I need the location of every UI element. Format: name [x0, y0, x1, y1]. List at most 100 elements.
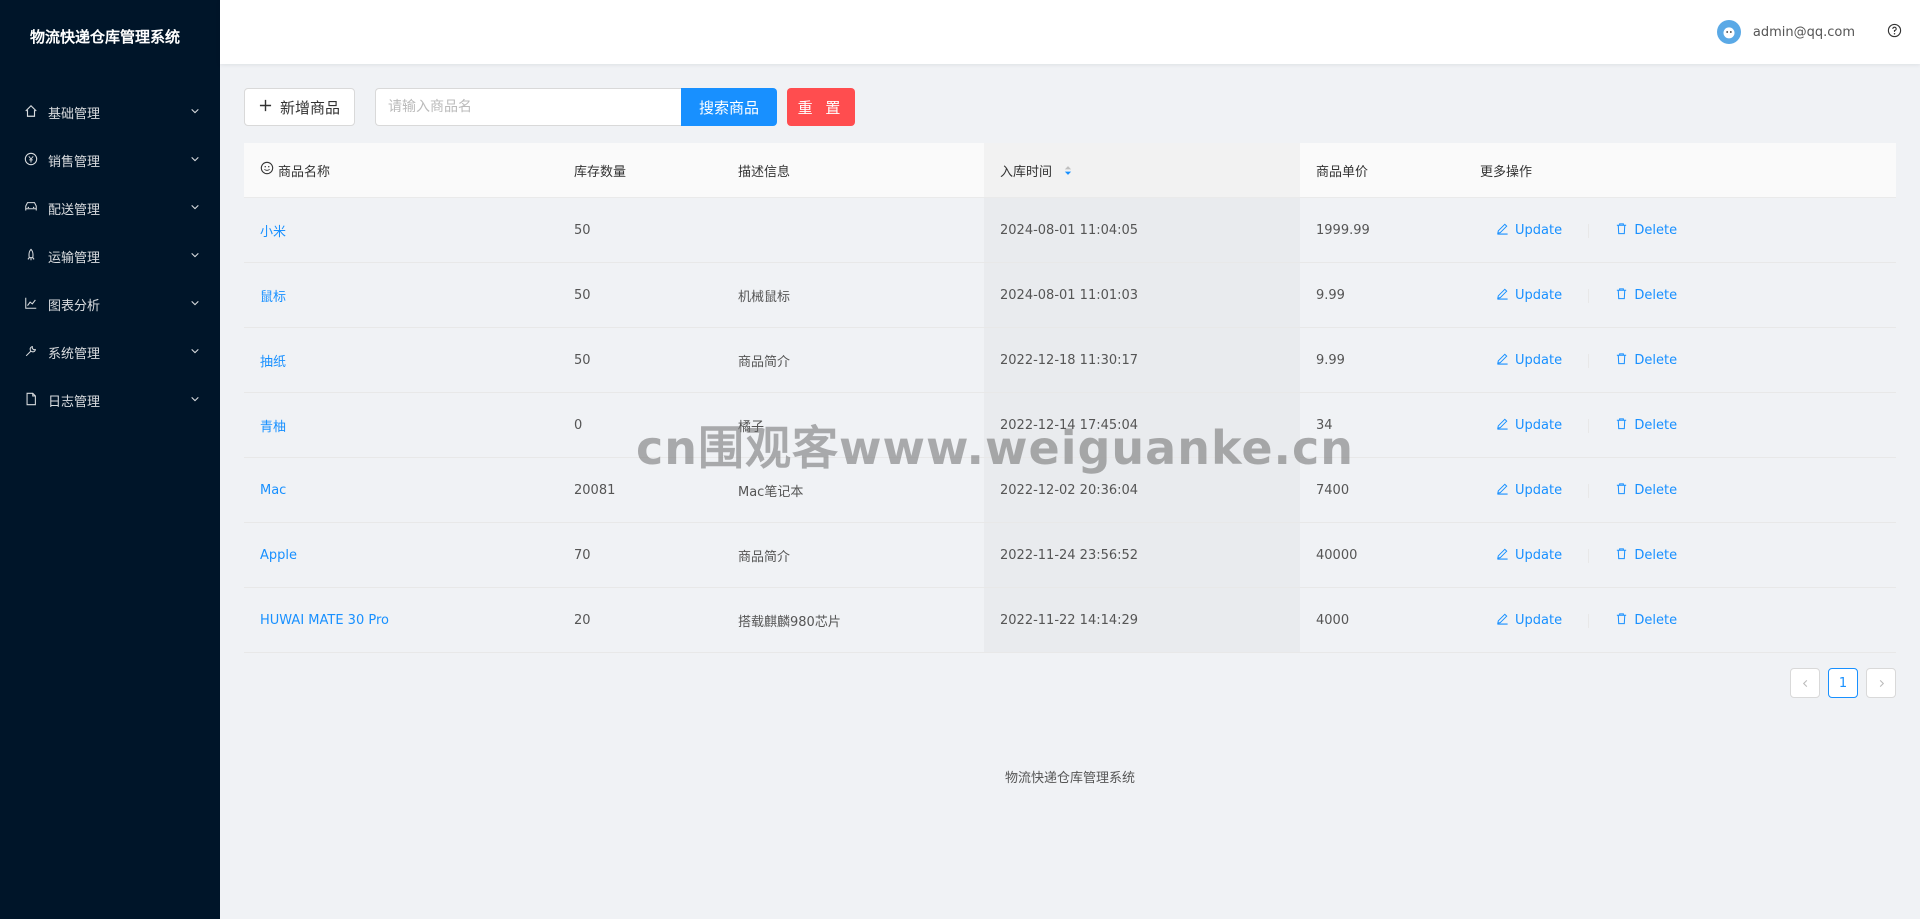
- table-row: 小米 50 2024-08-01 11:04:05 1999.99 Update…: [244, 197, 1896, 263]
- actions-cell: Update Delete: [1464, 262, 1896, 328]
- column-header-desc: 描述信息: [722, 143, 984, 198]
- update-button[interactable]: Update: [1496, 482, 1562, 499]
- delete-button[interactable]: Delete: [1615, 287, 1677, 304]
- file-icon: [24, 392, 40, 408]
- edit-icon: [1496, 287, 1509, 304]
- desc-cell: 搭载麒麟980芯片: [722, 587, 984, 653]
- trash-icon: [1615, 547, 1628, 564]
- update-button[interactable]: Update: [1496, 352, 1562, 369]
- sidebar-item-transport[interactable]: 运输管理: [0, 232, 220, 280]
- product-table: 商品名称 库存数量 描述信息 入库时间 商品单价 更多操作 小米 50 2024…: [244, 143, 1896, 653]
- column-header-actions: 更多操作: [1464, 143, 1896, 198]
- time-cell: 2022-12-18 11:30:17: [984, 327, 1300, 393]
- actions-cell: Update Delete: [1464, 327, 1896, 393]
- sidebar: 物流快递仓库管理系统 基础管理 销售管理 配送管理 运输管理 图表分析 系统管理…: [0, 0, 220, 919]
- trash-icon: [1615, 482, 1628, 499]
- delete-button[interactable]: Delete: [1615, 547, 1677, 564]
- sidebar-item-basic[interactable]: 基础管理: [0, 88, 220, 136]
- help-icon[interactable]: [1887, 23, 1902, 42]
- price-cell: 4000: [1300, 587, 1464, 653]
- user-email[interactable]: admin@qq.com: [1753, 25, 1855, 40]
- home-icon: [24, 104, 40, 120]
- action-divider: [1588, 224, 1590, 238]
- prev-page-button[interactable]: [1790, 668, 1820, 698]
- reset-button[interactable]: 重 置: [787, 88, 856, 126]
- price-cell: 34: [1300, 392, 1464, 458]
- tool-icon: [24, 344, 40, 360]
- user-area: admin@qq.com: [1716, 20, 1902, 44]
- time-cell: 2022-11-24 23:56:52: [984, 522, 1300, 588]
- sidebar-item-system[interactable]: 系统管理: [0, 328, 220, 376]
- sidebar-item-delivery[interactable]: 配送管理: [0, 184, 220, 232]
- stock-cell: 20081: [558, 457, 722, 523]
- chevron-down-icon: [190, 346, 202, 358]
- sidebar-item-logs[interactable]: 日志管理: [0, 376, 220, 424]
- price-cell: 9.99: [1300, 327, 1464, 393]
- product-name-link[interactable]: 抽纸: [260, 355, 286, 370]
- stock-cell: 50: [558, 262, 722, 328]
- trash-icon: [1615, 287, 1628, 304]
- time-cell: 2022-11-22 14:14:29: [984, 587, 1300, 653]
- sidebar-item-charts[interactable]: 图表分析: [0, 280, 220, 328]
- sidebar-item-label: 日志管理: [48, 394, 101, 410]
- actions-cell: Update Delete: [1464, 587, 1896, 653]
- price-cell: 9.99: [1300, 262, 1464, 328]
- delete-button[interactable]: Delete: [1615, 612, 1677, 629]
- actions-cell: Update Delete: [1464, 457, 1896, 523]
- product-name-link[interactable]: HUWAI MATE 30 Pro: [260, 613, 389, 628]
- add-product-button[interactable]: 新增商品: [244, 88, 356, 126]
- desc-cell: Mac笔记本: [722, 457, 984, 523]
- page-button-current[interactable]: 1: [1828, 668, 1858, 698]
- trash-icon: [1615, 352, 1628, 369]
- sidebar-item-label: 运输管理: [48, 250, 101, 266]
- delete-button[interactable]: Delete: [1615, 417, 1677, 434]
- column-header-time[interactable]: 入库时间: [984, 143, 1300, 198]
- delete-button[interactable]: Delete: [1615, 482, 1677, 499]
- plus-icon: [259, 99, 272, 116]
- sort-icon[interactable]: [1064, 165, 1072, 176]
- table-header-row: 商品名称 库存数量 描述信息 入库时间 商品单价 更多操作: [244, 143, 1896, 198]
- search-input[interactable]: [375, 88, 682, 126]
- delete-button[interactable]: Delete: [1615, 222, 1677, 239]
- app-title: 物流快递仓库管理系统: [30, 28, 181, 46]
- actions-cell: Update Delete: [1464, 392, 1896, 458]
- update-button[interactable]: Update: [1496, 287, 1562, 304]
- product-name-link[interactable]: 鼠标: [260, 290, 286, 305]
- action-divider: [1588, 354, 1590, 368]
- edit-icon: [1496, 417, 1509, 434]
- update-button[interactable]: Update: [1496, 612, 1562, 629]
- product-name-link[interactable]: Mac: [260, 483, 286, 498]
- column-header-stock: 库存数量: [558, 143, 722, 198]
- sidebar-item-label: 基础管理: [48, 106, 101, 122]
- chevron-down-icon: [190, 394, 202, 406]
- price-cell: 7400: [1300, 457, 1464, 523]
- table-row: HUWAI MATE 30 Pro 20 搭载麒麟980芯片 2022-11-2…: [244, 587, 1896, 653]
- time-cell: 2022-12-14 17:45:04: [984, 392, 1300, 458]
- table-row: Mac 20081 Mac笔记本 2022-12-02 20:36:04 740…: [244, 457, 1896, 523]
- avatar[interactable]: [1716, 20, 1741, 44]
- next-page-button[interactable]: [1866, 668, 1896, 698]
- sidebar-item-label: 销售管理: [48, 154, 101, 170]
- edit-icon: [1496, 482, 1509, 499]
- action-divider: [1588, 419, 1590, 433]
- time-cell: 2022-12-02 20:36:04: [984, 457, 1300, 523]
- pagination: 1: [1790, 668, 1896, 698]
- add-product-label: 新增商品: [280, 99, 341, 117]
- product-name-link[interactable]: 青柚: [260, 420, 286, 435]
- time-cell: 2024-08-01 11:04:05: [984, 197, 1300, 263]
- delete-button[interactable]: Delete: [1615, 352, 1677, 369]
- sidebar-item-sales[interactable]: 销售管理: [0, 136, 220, 184]
- sidebar-item-label: 系统管理: [48, 346, 101, 362]
- desc-cell: 商品简介: [722, 327, 984, 393]
- product-name-link[interactable]: 小米: [260, 225, 286, 240]
- update-button[interactable]: Update: [1496, 222, 1562, 239]
- update-button[interactable]: Update: [1496, 417, 1562, 434]
- update-button[interactable]: Update: [1496, 547, 1562, 564]
- trash-icon: [1615, 222, 1628, 239]
- product-name-link[interactable]: Apple: [260, 548, 297, 563]
- line-chart-icon: [24, 296, 40, 312]
- yuan-icon: [24, 152, 40, 168]
- search-button[interactable]: 搜索商品: [681, 88, 778, 126]
- action-divider: [1588, 614, 1590, 628]
- smile-icon: [260, 161, 274, 179]
